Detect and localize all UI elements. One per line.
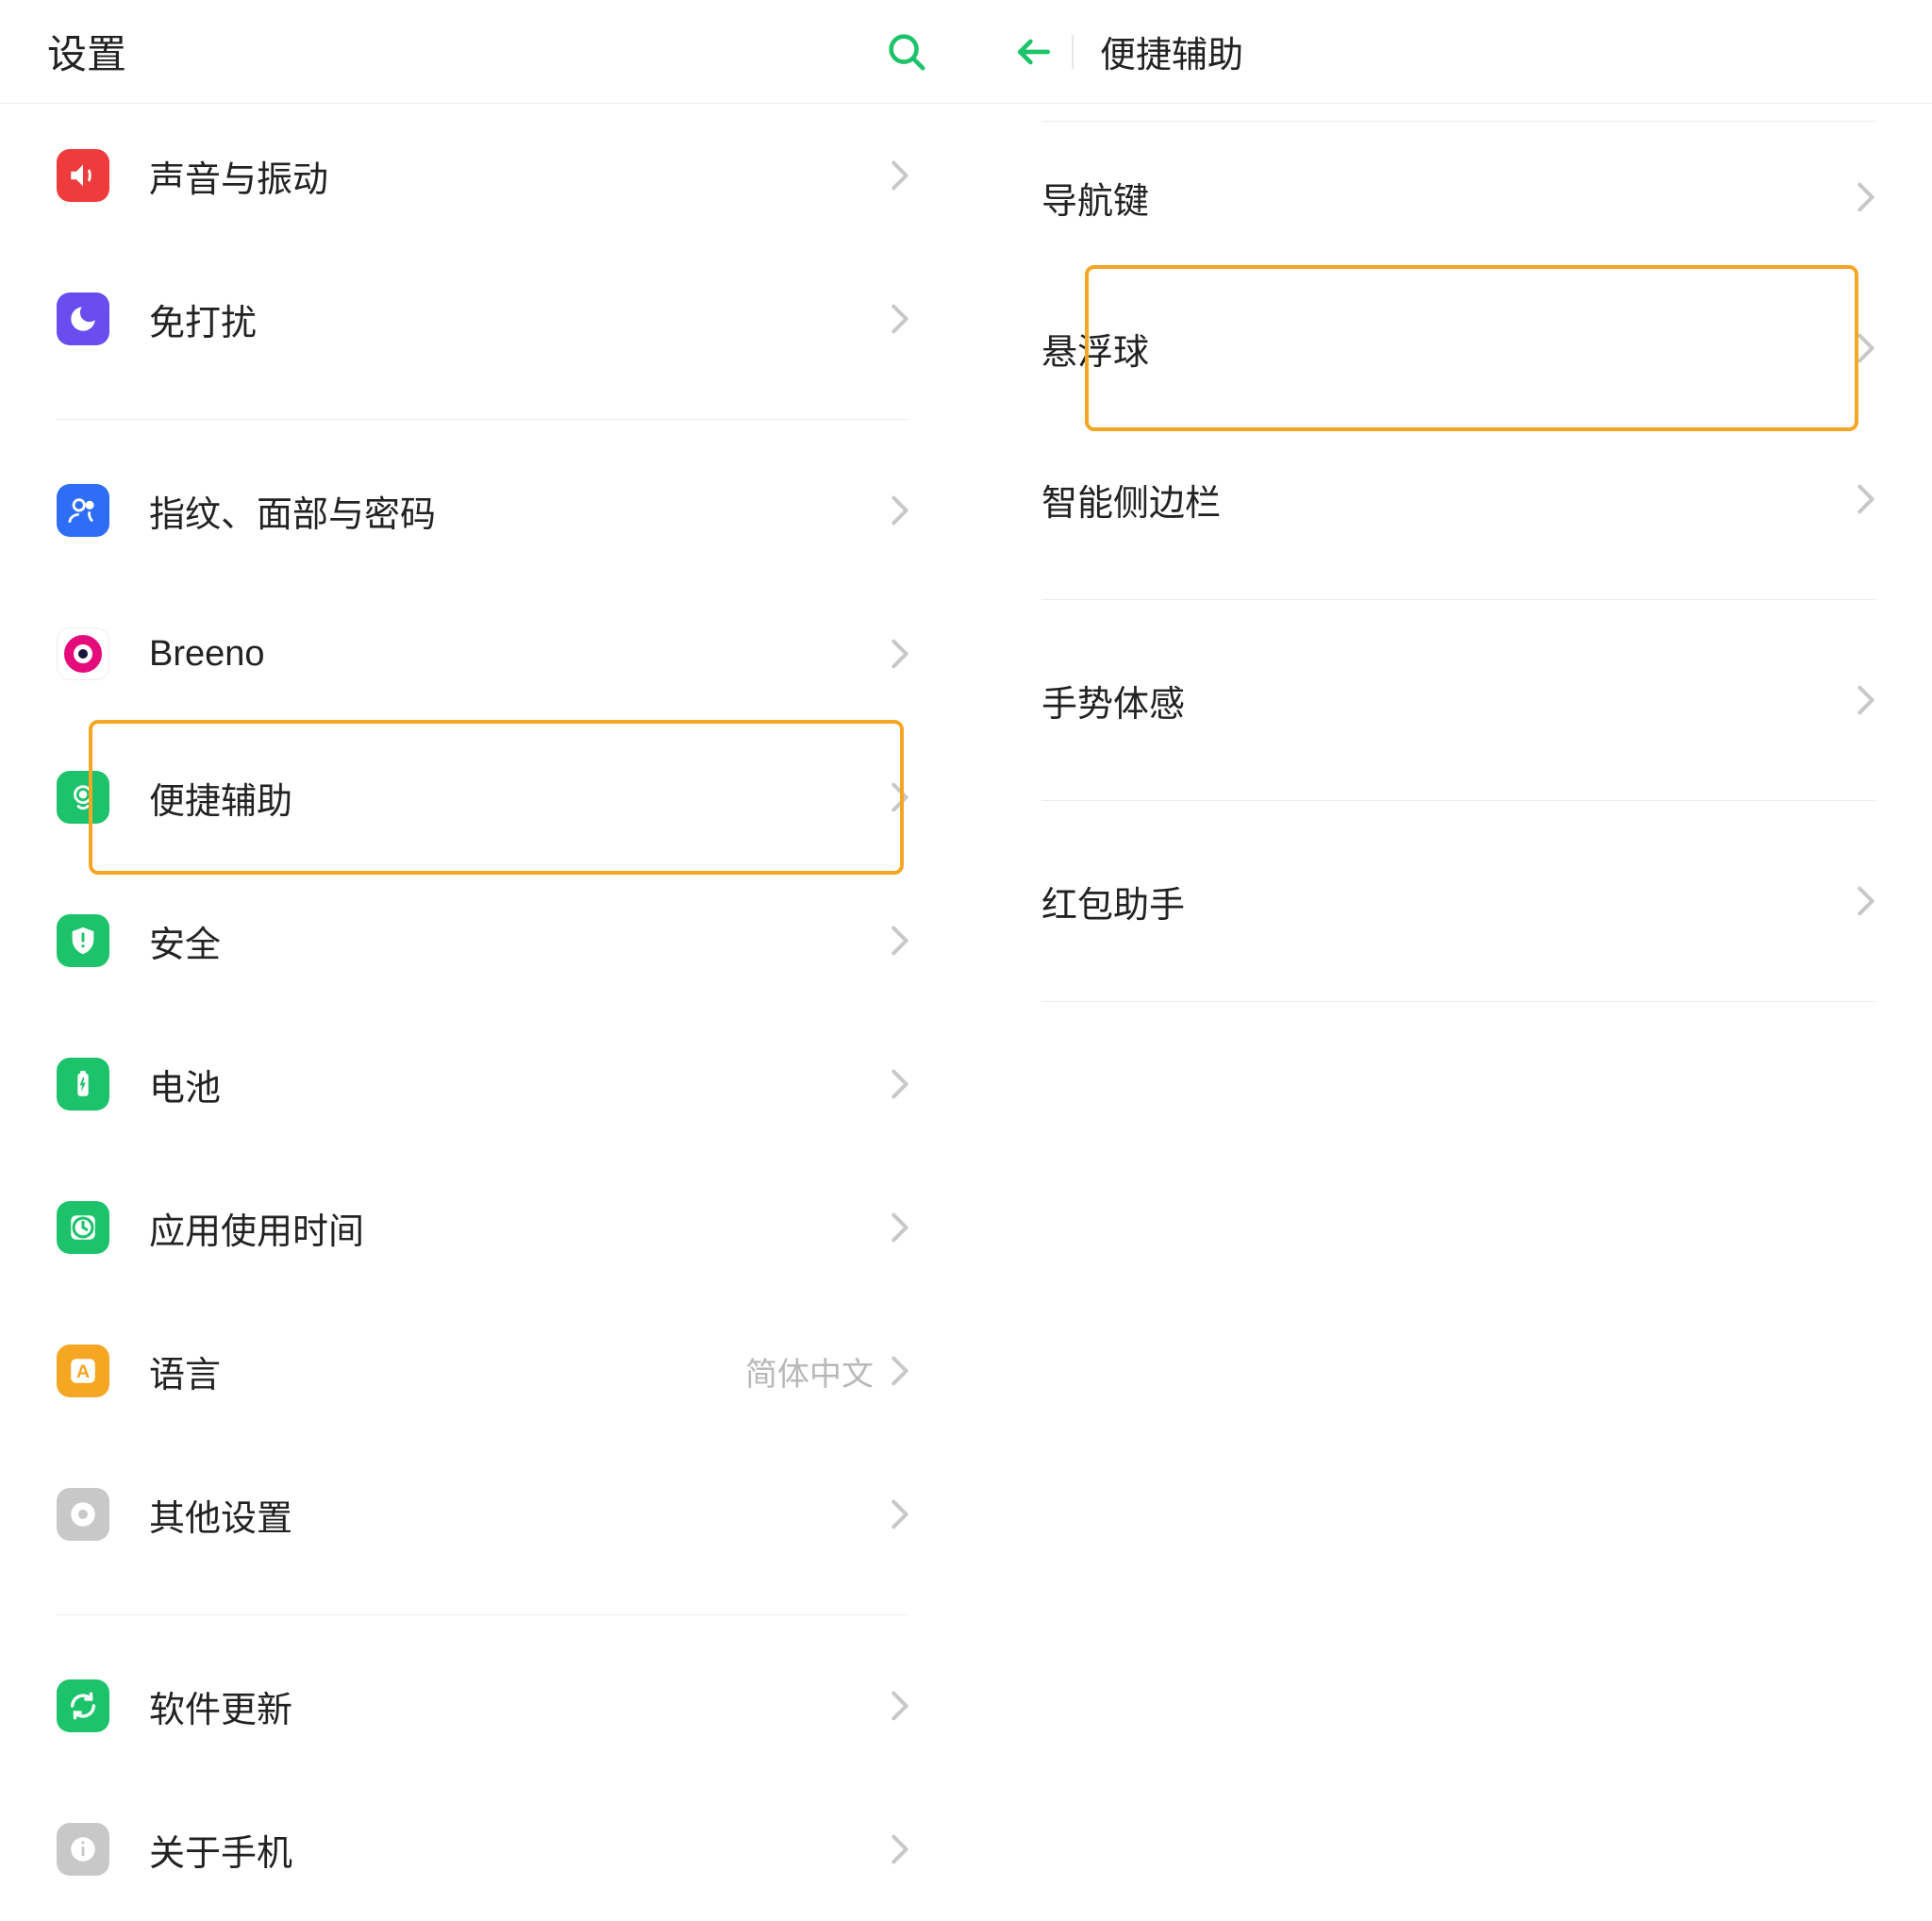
settings-item-biometrics[interactable]: 指纹、面部与密码	[57, 439, 909, 582]
security-icon	[57, 914, 109, 967]
chevron-right-icon	[891, 1355, 909, 1387]
item-label: 悬浮球	[1041, 323, 1857, 375]
item-label: Breeno	[149, 634, 891, 675]
chevron-right-icon	[891, 1690, 909, 1722]
chevron-right-icon	[891, 494, 909, 526]
breeno-icon	[57, 627, 109, 680]
item-label: 软件更新	[149, 1680, 891, 1732]
separator	[1041, 599, 1875, 600]
chevron-right-icon	[891, 1498, 909, 1530]
item-label: 应用使用时间	[149, 1202, 891, 1254]
item-label: 其他设置	[149, 1489, 891, 1541]
settings-item-assist[interactable]: 便捷辅助	[57, 726, 909, 869]
chevron-right-icon	[1857, 332, 1875, 364]
settings-item-breeno[interactable]: Breeno	[57, 582, 909, 726]
biometrics-icon	[57, 484, 109, 537]
assist-item-nav-keys[interactable]: 导航键	[1041, 122, 1875, 273]
settings-item-language[interactable]: A 语言简体中文	[57, 1299, 909, 1443]
settings-item-update[interactable]: 软件更新	[57, 1634, 909, 1778]
chevron-right-icon	[1857, 885, 1875, 917]
assist-item-smart-side[interactable]: 智能侧边栏	[1041, 424, 1875, 575]
settings-item-sound[interactable]: 声音与振动	[57, 104, 909, 247]
item-label: 红包助手	[1041, 876, 1857, 927]
other-icon	[57, 1488, 109, 1541]
settings-item-battery[interactable]: 电池	[57, 1012, 909, 1156]
assist-icon	[57, 771, 109, 824]
chevron-right-icon	[891, 1068, 909, 1100]
settings-header: 设置	[0, 0, 966, 104]
chevron-right-icon	[891, 1211, 909, 1244]
assist-panel: 便捷辅助 导航键悬浮球智能侧边栏手势体感红包助手	[966, 0, 1932, 1901]
about-icon	[57, 1823, 109, 1876]
item-label: 电池	[149, 1059, 891, 1111]
item-label: 声音与振动	[149, 150, 891, 202]
settings-panel: 设置 声音与振动免打扰指纹、面部与密码 Breeno 便捷辅助安全电池应用使用时间 A…	[0, 0, 966, 1901]
search-icon[interactable]	[885, 30, 928, 74]
assist-list: 导航键悬浮球智能侧边栏手势体感红包助手	[966, 121, 1932, 1002]
item-label: 指纹、面部与密码	[149, 485, 891, 537]
item-value: 简体中文	[745, 1348, 874, 1395]
app-usage-icon	[57, 1201, 109, 1254]
assist-item-red-packet[interactable]: 红包助手	[1041, 826, 1875, 977]
item-label: 手势体感	[1041, 675, 1857, 727]
chevron-right-icon	[1857, 483, 1875, 515]
separator	[57, 419, 909, 420]
chevron-right-icon	[891, 638, 909, 670]
settings-item-other[interactable]: 其他设置	[57, 1443, 909, 1586]
update-icon	[57, 1679, 109, 1732]
chevron-right-icon	[1857, 684, 1875, 716]
item-label: 导航键	[1041, 172, 1857, 224]
settings-item-app-usage[interactable]: 应用使用时间	[57, 1156, 909, 1299]
sound-icon	[57, 149, 109, 202]
settings-item-dnd[interactable]: 免打扰	[57, 247, 909, 391]
separator	[1041, 800, 1875, 801]
chevron-right-icon	[891, 925, 909, 957]
chevron-right-icon	[891, 781, 909, 813]
settings-item-security[interactable]: 安全	[57, 869, 909, 1012]
svg-text:A: A	[76, 1361, 90, 1382]
assist-header: 便捷辅助	[966, 0, 1932, 104]
settings-list: 声音与振动免打扰指纹、面部与密码 Breeno 便捷辅助安全电池应用使用时间 A 语言简…	[0, 104, 966, 1921]
separator	[1041, 1001, 1875, 1002]
item-label: 安全	[149, 915, 891, 967]
page-title: 设置	[47, 23, 885, 80]
settings-item-about[interactable]: 关于手机	[57, 1778, 909, 1921]
battery-icon	[57, 1058, 109, 1111]
item-label: 关于手机	[149, 1824, 891, 1876]
chevron-right-icon	[891, 159, 909, 192]
language-icon: A	[57, 1345, 109, 1397]
header-separator	[1072, 35, 1074, 69]
back-icon[interactable]	[1013, 31, 1055, 73]
assist-item-float-ball[interactable]: 悬浮球	[1041, 273, 1875, 424]
separator	[57, 1614, 909, 1615]
item-label: 智能侧边栏	[1041, 474, 1857, 526]
chevron-right-icon	[891, 1833, 909, 1865]
dnd-icon	[57, 292, 109, 345]
chevron-right-icon	[891, 303, 909, 335]
item-label: 免打扰	[149, 293, 891, 345]
item-label: 语言	[149, 1345, 745, 1397]
assist-item-gesture[interactable]: 手势体感	[1041, 625, 1875, 776]
item-label: 便捷辅助	[149, 772, 891, 824]
page-title: 便捷辅助	[1100, 25, 1243, 77]
chevron-right-icon	[1857, 181, 1875, 213]
